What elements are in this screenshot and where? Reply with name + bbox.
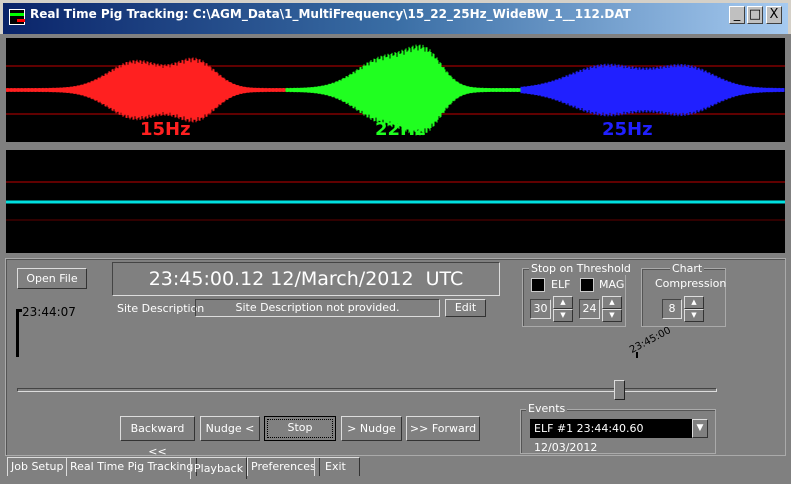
time-marker (636, 352, 638, 358)
label-25hz: 25Hz (602, 119, 653, 140)
mag-down-arrow-icon[interactable]: ▼ (602, 309, 622, 322)
edit-button[interactable]: Edit (445, 299, 486, 317)
waveform-plot-bottom (6, 150, 785, 253)
elf-label: ELF (551, 278, 571, 291)
minimize-button[interactable]: _ (729, 6, 745, 24)
waveform-15hz (6, 57, 286, 123)
maximize-button[interactable]: □ (747, 6, 763, 24)
elf-threshold-input[interactable]: 30 (530, 299, 551, 319)
compression-down-arrow-icon[interactable]: ▼ (684, 309, 704, 322)
mag-up-arrow-icon[interactable]: ▲ (602, 296, 622, 309)
stop-on-threshold-title: Stop on Threshold (529, 262, 633, 275)
stop-button[interactable]: Stop (264, 416, 336, 441)
open-file-button[interactable]: Open File (17, 268, 87, 289)
site-description-field[interactable]: Site Description not provided. (195, 299, 440, 317)
compression-label: Compression (655, 277, 727, 290)
tab-real-time-pig-tracking[interactable]: Real Time Pig Tracking (66, 457, 198, 476)
mag-threshold-input[interactable]: 24 (579, 299, 600, 319)
tab-preferences[interactable]: Preferences (247, 457, 320, 476)
elf-down-arrow-icon[interactable]: ▼ (553, 309, 573, 322)
app-icon (9, 9, 25, 25)
tab-job-setup[interactable]: Job Setup (7, 457, 68, 476)
playback-slider-thumb[interactable] (614, 380, 625, 400)
site-description-label: Site Description (117, 302, 205, 315)
mag-checkbox[interactable] (580, 278, 594, 292)
time-marker-left (16, 309, 19, 357)
elf-up-arrow-icon[interactable]: ▲ (553, 296, 573, 309)
dropdown-arrow-icon[interactable]: ▼ (692, 419, 708, 438)
elf-checkbox[interactable] (531, 278, 545, 292)
events-title: Events (526, 402, 568, 415)
compression-up-arrow-icon[interactable]: ▲ (684, 296, 704, 309)
label-15hz: 15Hz (140, 119, 191, 140)
events-dropdown[interactable]: ELF #1 23:44:40.60 12/03/2012 (530, 419, 692, 454)
time-left-label: 23:44:07 (22, 305, 76, 319)
nudge-back-button[interactable]: Nudge < (200, 416, 260, 441)
waveform-25hz (520, 63, 785, 117)
window-title: Real Time Pig Tracking: C:\AGM_Data\1_Mu… (30, 7, 631, 21)
forward-button[interactable]: >> Forward (406, 416, 480, 441)
mag-label: MAG (599, 278, 625, 291)
playback-slider-track[interactable] (17, 388, 717, 392)
compression-input[interactable]: 8 (662, 299, 682, 319)
label-22hz: 22Hz (375, 119, 426, 140)
datetime-display: 23:45:00.12 12/March/2012 UTC (112, 262, 500, 296)
backward-button[interactable]: Backward << (120, 416, 195, 458)
nudge-forward-button[interactable]: > Nudge (341, 416, 402, 441)
chart-title: Chart (670, 262, 705, 275)
tab-playback[interactable]: Playback (190, 457, 248, 479)
tab-exit[interactable]: Exit (314, 457, 360, 476)
close-button[interactable]: X (766, 6, 782, 24)
